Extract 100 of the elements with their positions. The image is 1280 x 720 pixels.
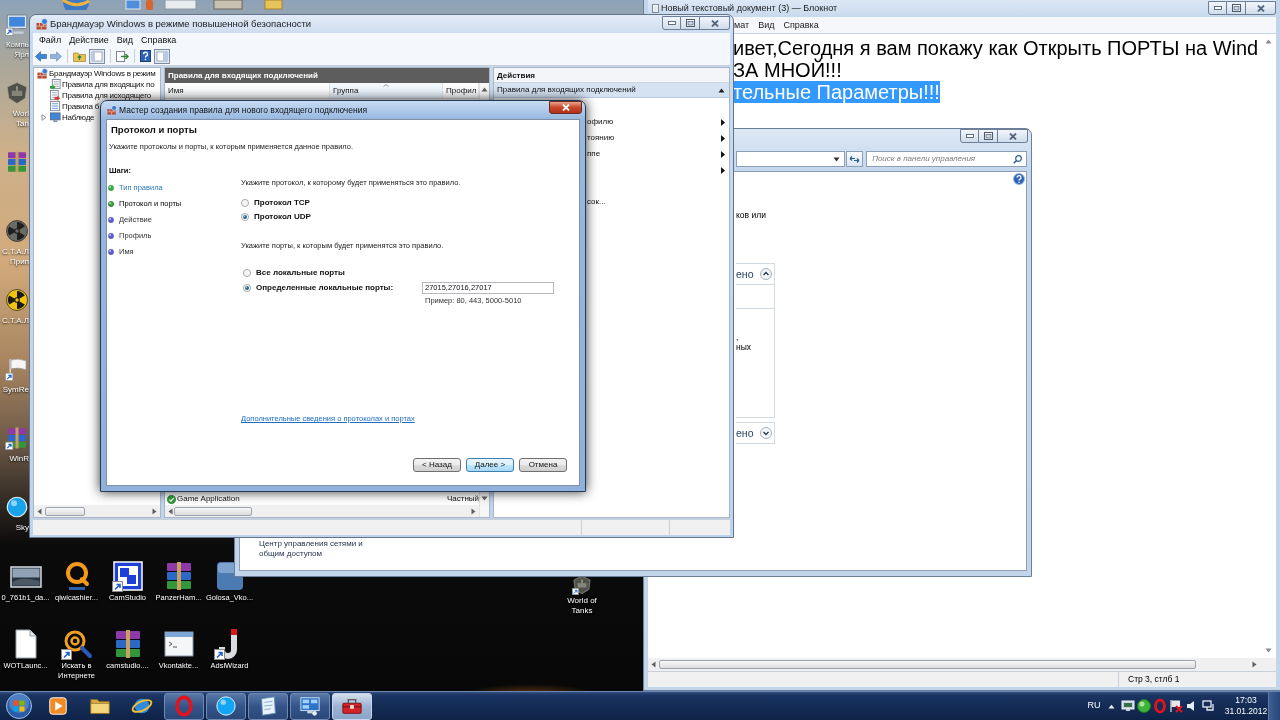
export-icon[interactable] (116, 50, 129, 62)
network-icon[interactable] (1200, 698, 1216, 714)
action-item[interactable]: ппе (587, 146, 729, 162)
minimize-button[interactable] (662, 16, 681, 30)
menu-item[interactable]: Справка (780, 19, 822, 31)
monitor-icon (50, 112, 61, 123)
tree-item[interactable]: Правила для исходящего (62, 91, 151, 100)
menu-item[interactable]: Вид (112, 34, 137, 46)
network-center-link[interactable]: Центр управления сетями и общим доступом (259, 539, 371, 559)
maximize-button[interactable] (1227, 1, 1246, 15)
dialog-button[interactable]: Отмена (519, 458, 567, 472)
books-stack-icon[interactable] (5, 426, 29, 450)
radio-selected-icon[interactable] (241, 213, 249, 221)
address-bar[interactable] (736, 151, 846, 167)
taskbar-button[interactable] (290, 692, 330, 720)
column-header[interactable]: Профил (443, 83, 480, 98)
close-button[interactable] (1246, 1, 1276, 15)
panel-toggle-icon[interactable] (89, 48, 105, 64)
clock-date[interactable]: 31.01.2012 (1224, 706, 1268, 717)
collapsed-triangle-icon[interactable] (41, 114, 47, 121)
squares-icon[interactable] (111, 560, 144, 592)
menu-item[interactable]: Действие (65, 34, 113, 46)
desktop-icon-label: Компь Ярл (5, 40, 29, 59)
radio-unselected-icon[interactable] (243, 269, 251, 277)
taskbar-button[interactable] (248, 692, 288, 720)
close-icon (1256, 4, 1265, 12)
radiation-sign-icon[interactable] (5, 288, 29, 312)
scrollbar-thumb[interactable] (45, 506, 85, 516)
radio-label[interactable]: Все локальные порты (256, 267, 345, 279)
desktop-icon-label: Worl Tan (12, 109, 29, 128)
scrollbar-thumb[interactable] (174, 506, 252, 516)
monitor-icon[interactable] (1120, 698, 1136, 714)
scrollbar-thumb[interactable] (659, 660, 1196, 669)
help-icon[interactable] (140, 50, 151, 62)
action-item[interactable]: тоянию (587, 130, 729, 146)
taskbar-button[interactable] (206, 692, 246, 720)
play-icon (47, 695, 69, 717)
action-group-header[interactable]: Правила для входящих подключений (494, 83, 729, 98)
close-icon (710, 19, 719, 27)
monitor-icon (299, 695, 321, 717)
rules-list-icon (50, 101, 61, 112)
search-icon (1013, 154, 1022, 164)
minimize-icon (965, 134, 974, 138)
back-arrow-icon[interactable] (35, 50, 47, 62)
clock-time[interactable]: 17:03 (1235, 695, 1257, 706)
tree-item[interactable]: Наблюде (62, 113, 95, 122)
menu-item[interactable]: Файл (35, 34, 66, 46)
radio-label[interactable]: Протокол UDP (254, 211, 311, 223)
bubble-icon[interactable] (5, 495, 29, 519)
flag-icon[interactable] (1168, 698, 1184, 714)
expand-chevron-icon[interactable] (760, 427, 772, 439)
tree-item[interactable]: Правила б (62, 102, 100, 111)
action-item[interactable]: офилю (587, 114, 729, 130)
dialog-button[interactable]: < Назад (413, 458, 461, 472)
close-button[interactable] (549, 101, 582, 114)
refresh-button[interactable] (846, 151, 864, 167)
close-button[interactable] (998, 129, 1028, 143)
close-button[interactable] (700, 16, 730, 30)
window-icon[interactable] (162, 628, 195, 660)
column-header[interactable]: Имя (165, 83, 330, 98)
scroll-left-arrow-icon (37, 507, 42, 515)
rules-list-icon (50, 79, 61, 90)
maximize-button[interactable] (681, 16, 700, 30)
minimize-icon (667, 21, 676, 25)
help-icon[interactable] (1013, 173, 1025, 185)
window-title: Брандмауэр Windows в режиме повышенной безопасности (50, 16, 312, 31)
column-header[interactable]: Группа (330, 83, 443, 98)
scroll-left-arrow-icon (651, 661, 656, 668)
collapse-chevron-icon[interactable] (760, 268, 772, 280)
radio-label[interactable]: Определенные локальные порты: (256, 282, 394, 294)
action-item[interactable]: сок... (587, 194, 729, 210)
language-indicator[interactable]: RU (1085, 699, 1103, 713)
menu-item[interactable]: мат (731, 19, 753, 31)
maximize-button[interactable] (979, 129, 998, 143)
minimize-button[interactable] (1208, 1, 1227, 15)
maximize-icon (1231, 4, 1241, 12)
rules-list-icon (50, 90, 61, 101)
menu-item[interactable]: Справка (137, 34, 181, 46)
dialog-button[interactable]: Далее > (466, 458, 514, 472)
search-field[interactable]: Поиск в панели управления (866, 151, 1027, 167)
folder-up-icon[interactable] (73, 50, 86, 62)
chevron-up-icon[interactable] (1108, 703, 1115, 709)
magnifier-icon[interactable] (60, 628, 93, 660)
start-button[interactable] (6, 693, 32, 719)
radiation-sign-icon[interactable] (5, 219, 29, 243)
section-title: ено (736, 427, 754, 439)
radio-unselected-icon[interactable] (241, 199, 249, 207)
ring-icon (173, 695, 195, 717)
radio-label[interactable]: Протокол TCP (254, 197, 310, 209)
minimize-button[interactable] (960, 129, 979, 143)
scroll-left-arrow-icon (168, 507, 173, 515)
minimize-icon (1213, 6, 1222, 10)
computer-icon[interactable] (5, 12, 29, 36)
tree-item[interactable]: Правила для входящих по (62, 80, 155, 89)
firewall-icon (36, 18, 48, 30)
radio-selected-icon[interactable] (243, 284, 251, 292)
tree-item[interactable]: Брандмауэр Windows в режим (49, 69, 156, 78)
notepad-icon (652, 4, 659, 13)
ball-icon[interactable] (1136, 698, 1152, 714)
menu-item[interactable]: Вид (755, 19, 778, 31)
